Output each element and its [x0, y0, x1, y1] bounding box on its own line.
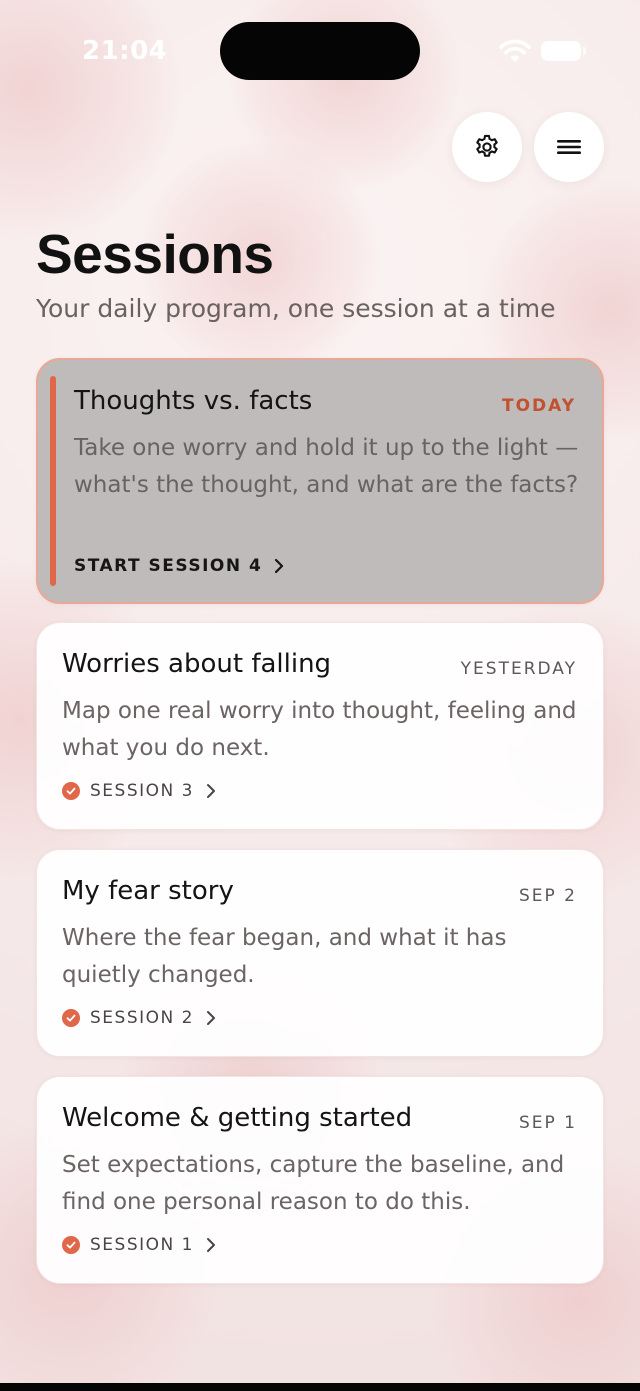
session-title: Thoughts vs. facts [74, 386, 313, 416]
chevron-right-icon [206, 784, 215, 798]
dynamic-island [220, 22, 420, 80]
session-link[interactable]: SESSION 1 [62, 1235, 218, 1255]
battery-icon [541, 41, 586, 61]
session-date: SEP 1 [518, 1113, 577, 1133]
bottom-edge-bar [0, 1383, 640, 1391]
session-link[interactable]: SESSION 2 [62, 1008, 218, 1028]
session-date: YESTERDAY [460, 659, 577, 679]
gear-icon [476, 134, 498, 157]
hamburger-menu-icon [557, 140, 581, 154]
session-description: Take one worry and hold it up to the lig… [74, 435, 579, 498]
session-number-label: SESSION 2 [90, 1008, 194, 1028]
start-session-link[interactable]: START SESSION 4 [74, 556, 286, 576]
start-session-label: START SESSION 4 [74, 556, 263, 576]
session-description: Map one real worry into thought, feeling… [62, 698, 577, 761]
page-subtitle: Your daily program, one session at a tim… [36, 294, 556, 323]
checkmark-icon [62, 782, 80, 800]
session-description: Where the fear began, and what it has qu… [62, 925, 507, 988]
session-date: TODAY [502, 396, 576, 416]
checkmark-icon [62, 1009, 80, 1027]
session-title: Welcome & getting started [62, 1103, 413, 1133]
checkmark-icon [62, 1236, 80, 1254]
session-link[interactable]: SESSION 3 [62, 781, 218, 801]
chevron-right-icon [206, 1238, 215, 1252]
current-session-accent-bar [50, 376, 56, 586]
session-card[interactable]: Welcome & getting started SEP 1 Set expe… [36, 1076, 604, 1284]
session-title: My fear story [62, 876, 234, 906]
wifi-icon [499, 39, 531, 62]
chevron-right-icon [206, 1011, 215, 1025]
session-card[interactable]: My fear story SEP 2 Where the fear began… [36, 849, 604, 1057]
menu-button[interactable] [534, 112, 604, 182]
session-number-label: SESSION 3 [90, 781, 194, 801]
status-bar: 21:04 [0, 0, 640, 100]
session-card-current[interactable]: Thoughts vs. facts TODAY Take one worry … [36, 358, 604, 604]
status-time: 21:04 [82, 36, 168, 66]
session-title: Worries about falling [62, 649, 332, 679]
session-card[interactable]: Worries about falling YESTERDAY Map one … [36, 622, 604, 830]
settings-button[interactable] [452, 112, 522, 182]
chevron-right-icon [275, 558, 284, 574]
session-date: SEP 2 [518, 886, 577, 906]
session-description: Set expectations, capture the baseline, … [62, 1152, 565, 1215]
session-number-label: SESSION 1 [90, 1235, 194, 1255]
page-title: Sessions [36, 223, 274, 285]
